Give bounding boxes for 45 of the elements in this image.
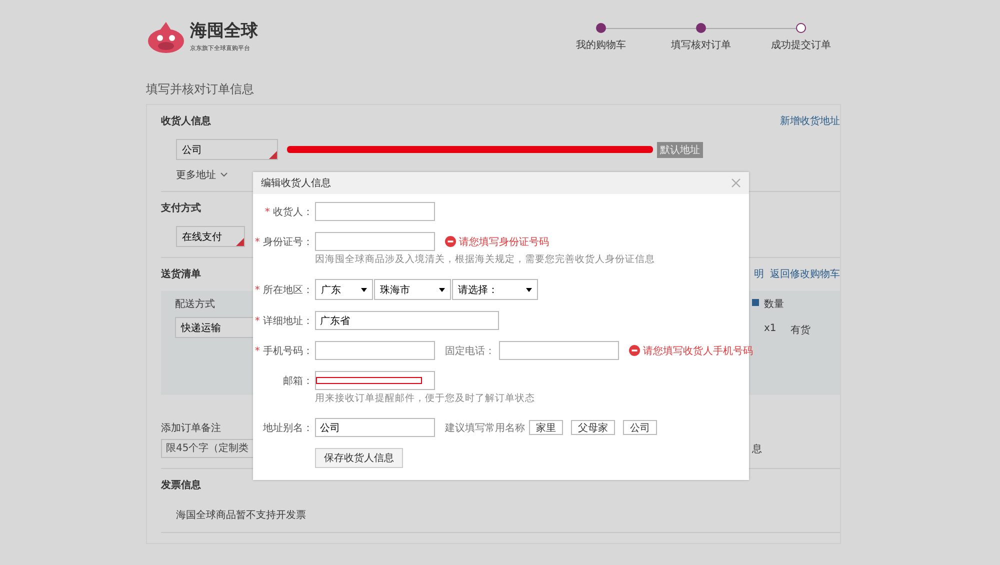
section-title: 发票信息: [161, 478, 201, 492]
section-title: 支付方式: [161, 201, 201, 215]
add-address-link[interactable]: 新增收货地址: [780, 114, 840, 128]
address-option[interactable]: 公司: [176, 139, 278, 160]
more-addresses-link[interactable]: 更多地址: [176, 168, 216, 182]
order-note-label: 添加订单备注: [161, 422, 221, 435]
field-label: 地址别名：: [262, 422, 313, 434]
field-hint: 因海囤全球商品涉及入境清关，根据海关规定，需要您完善收货人身份证信息: [315, 253, 656, 266]
step-label: 成功提交订单: [771, 38, 831, 52]
note-text: 息: [752, 442, 762, 456]
step-label: 我的购物车: [576, 38, 626, 52]
field-label: * 身份证号：: [254, 236, 313, 248]
input-field[interactable]: 公司: [315, 418, 435, 437]
region-select[interactable]: 请选择：: [452, 279, 538, 300]
suggestion-button[interactable]: 公司: [623, 420, 657, 435]
step-label: 填写核对订单: [671, 38, 731, 52]
page-heading: 填写并核对订单信息: [146, 81, 255, 98]
suggestion-button[interactable]: 家里: [529, 420, 563, 435]
field-hint: 用来接收订单提醒邮件，便于您及时了解订单状态: [315, 392, 536, 405]
stock-status: 有货: [790, 324, 810, 337]
save-button[interactable]: 保存收货人信息: [315, 448, 403, 468]
region-select[interactable]: 珠海市: [374, 279, 451, 300]
region-select[interactable]: 广东: [315, 279, 373, 300]
invoice-note: 海国全球商品暂不支持开发票: [176, 508, 307, 522]
shipping-method-label: 配送方式: [175, 298, 216, 311]
default-address-tag: 默认地址: [657, 142, 703, 158]
field-label: 固定电话：: [445, 344, 495, 358]
payment-option[interactable]: 在线支付: [176, 226, 245, 247]
error-message: 请您填写身份证号码: [445, 234, 549, 248]
partial-link[interactable]: 明: [754, 267, 764, 281]
section-title: 送货清单: [161, 268, 201, 281]
suggestion-label: 建议填写常用名称: [445, 422, 525, 434]
error-message: 请您填写收货人手机号码: [629, 344, 753, 358]
quantity-header: 数量: [764, 298, 785, 311]
dialog-title: 编辑收货人信息: [261, 176, 331, 190]
field-label: * 手机号码：: [254, 344, 313, 358]
field-label: * 所在地区：: [254, 284, 313, 296]
return-to-cart-link[interactable]: 返回修改购物车: [770, 267, 840, 281]
input-field[interactable]: 广东省: [315, 311, 499, 330]
logo-name: 海囤全球: [190, 21, 259, 41]
section-title: 收货人信息: [161, 114, 211, 128]
field-label: * 收货人：: [264, 206, 313, 218]
field-label: 邮箱：: [282, 374, 313, 388]
suggestion-button[interactable]: 父母家: [571, 420, 615, 435]
quantity: x1: [764, 323, 776, 336]
